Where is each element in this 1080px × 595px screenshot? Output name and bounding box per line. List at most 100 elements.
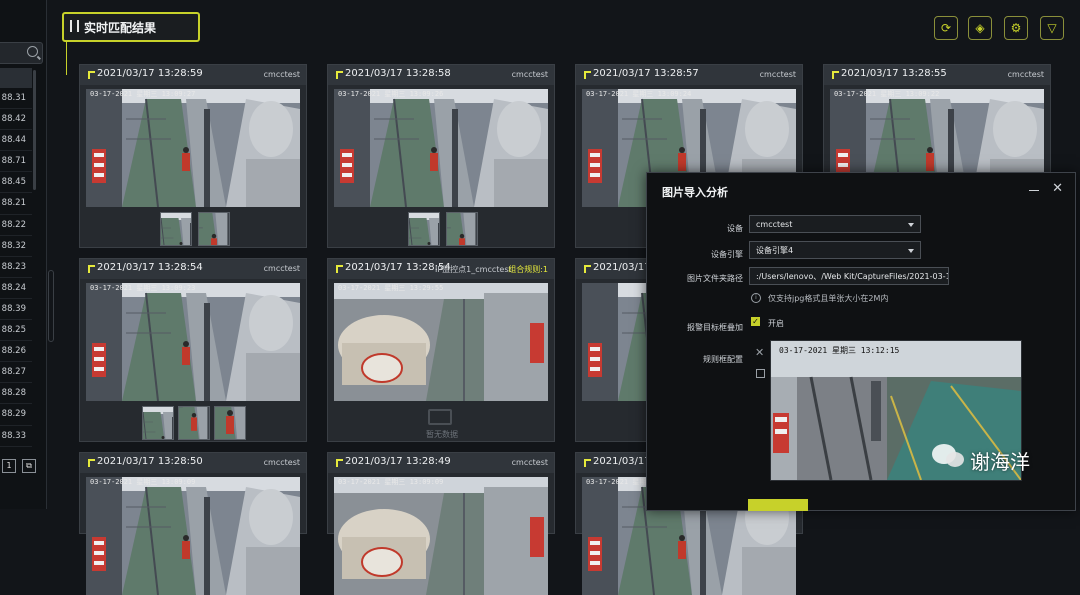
list-icon [70, 20, 79, 32]
device-select-value: cmcctest [756, 220, 793, 229]
device-select[interactable]: cmcctest [749, 215, 921, 233]
device-name: cmcctest [263, 70, 300, 79]
engine-label: 设备引擎 [711, 250, 743, 259]
left-sidebar: 88.31 88.42 88.44 88.71 88.45 88.21 88.2… [0, 0, 47, 509]
device-name: cmcctest [511, 70, 548, 79]
card-header: 2021/03/17 13:28:50 cmcctest [80, 453, 306, 473]
title-connector [66, 40, 67, 75]
card-header: 2021/03/17 13:28:55 cmcctest [824, 65, 1050, 85]
engine-select[interactable]: 设备引擎4 [749, 241, 921, 259]
result-card[interactable]: 2021/03/17 13:28:54 cmcctest 03-17-2021 … [79, 258, 307, 442]
list-item[interactable]: 88.27 [0, 362, 32, 384]
corner-mark-icon [336, 459, 343, 467]
capture-time: 2021/03/17 13:28:49 [345, 456, 451, 467]
capture-time: 2021/03/17 [593, 456, 651, 467]
capture-image[interactable]: 03-17-2021 星期三 13:09:26 [334, 89, 548, 207]
close-icon[interactable]: ✕ [1052, 181, 1063, 196]
thumbnail[interactable] [178, 406, 210, 440]
capture-time: 2021/03/17 13:28:59 [97, 68, 203, 79]
overlay-label: 报警目标框叠加 [687, 323, 743, 332]
device-name: cmcctest [511, 458, 548, 467]
corner-mark-icon [88, 459, 95, 467]
wechat-icon [932, 444, 964, 467]
device-name: cmcctest [263, 264, 300, 273]
image-timestamp: 03-17-2021 星期三 13:09:22 [834, 90, 940, 98]
filter-icon[interactable]: ▽ [1040, 16, 1064, 40]
thumbnail[interactable] [446, 212, 478, 246]
clear-rule-icon[interactable]: ✕ [755, 346, 764, 359]
thumbnail[interactable] [408, 212, 440, 246]
thumbnail[interactable] [214, 406, 246, 440]
capture-time: 2021/03/17 13:28:50 [97, 456, 203, 467]
info-icon: i [751, 293, 761, 303]
list-item[interactable]: 88.25 [0, 320, 32, 342]
settings-icon[interactable]: ⚙ [1004, 16, 1028, 40]
folder-path-field[interactable]: :/Users/lenovo、/Web Kit/CaptureFiles/202… [749, 267, 949, 285]
empty-tray-icon [428, 409, 452, 425]
thumbnail[interactable] [142, 406, 174, 440]
corner-mark-icon [336, 71, 343, 79]
left-tab[interactable] [0, 68, 32, 88]
overlay-checkbox-label: 开启 [768, 319, 784, 328]
thumbnail[interactable] [198, 212, 230, 246]
left-scrollbar[interactable] [33, 70, 36, 190]
list-item[interactable]: 88.29 [0, 404, 32, 426]
card-header: 2021/03/17 13:28:57 cmcctest [576, 65, 802, 85]
page-one-button[interactable]: 1 [2, 459, 16, 473]
list-item[interactable]: 88.26 [0, 341, 32, 363]
start-analysis-button[interactable] [748, 499, 808, 511]
capture-image[interactable]: 03-17-2021 星期三 13:09:27 [86, 89, 300, 207]
device-name: cmcctest [759, 70, 796, 79]
result-card[interactable]: 2021/03/17 13:28:54 IP监控点1_cmcctest 组合规则… [327, 258, 555, 442]
list-item[interactable]: 88.28 [0, 383, 32, 405]
list-item[interactable]: 88.32 [0, 236, 32, 257]
minimize-icon[interactable] [1029, 190, 1039, 191]
image-timestamp: 03-17-2021 星期三 13:09:23 [90, 284, 196, 292]
vehicle-icon[interactable]: ◈ [968, 16, 992, 40]
capture-image[interactable]: 03-17-2021 星期三 13:29:55 [334, 283, 548, 401]
card-header: 2021/03/17 13:28:54 IP监控点1_cmcctest 组合规则… [328, 259, 554, 279]
card-header: 2021/03/17 13:28:58 cmcctest [328, 65, 554, 85]
dialog-title: 图片导入分析 [662, 186, 728, 199]
list-item[interactable]: 88.44 [0, 130, 32, 152]
image-timestamp: 03-17-2021 星期三 13:09:27 [90, 90, 196, 98]
empty-state-text: 暂无数据 [426, 430, 458, 439]
list-item[interactable]: 88.31 [0, 88, 32, 110]
capture-image[interactable]: 03-17-2021 星期三 13:09:09 [334, 477, 548, 595]
expand-icon[interactable]: ⧉ [22, 459, 36, 473]
list-item[interactable]: 88.24 [0, 278, 32, 299]
result-card[interactable]: 2021/03/17 13:28:59 cmcctest 03-17-2021 … [79, 64, 307, 248]
capture-time: 2021/03/17 13:28:54 [97, 262, 203, 273]
image-timestamp: 03-17-2021 星期三 13:12:15 [779, 346, 900, 355]
device-name: cmcctest [1007, 70, 1044, 79]
image-timestamp: 03-17-2021 星期三 13:09:09 [338, 478, 444, 486]
list-item[interactable]: 88.33 [0, 426, 32, 447]
corner-mark-icon [584, 459, 591, 467]
list-item[interactable]: 88.71 [0, 151, 32, 173]
search-icon[interactable] [27, 46, 38, 57]
result-card[interactable]: 2021/03/17 13:28:50 cmcctest 03-17-2021 … [79, 452, 307, 595]
result-card[interactable]: 2021/03/17 13:28:58 cmcctest 03-17-2021 … [327, 64, 555, 248]
list-item[interactable]: 88.23 [0, 257, 32, 278]
capture-image[interactable]: 03-17-2021 星期三 13:09:09 [86, 477, 300, 595]
format-hint: 仅支持jpg格式且单张大小在2M内 [768, 294, 889, 303]
page-title: 实时匹配结果 [84, 21, 157, 35]
list-item[interactable]: 88.21 [0, 193, 32, 215]
result-card[interactable]: 2021/03/17 13:28:49 cmcctest 03-17-2021 … [327, 452, 555, 595]
image-timestamp: 03-17-2021 星期三 13:09:26 [338, 90, 444, 98]
search-input[interactable] [0, 42, 43, 64]
chevron-down-icon [908, 249, 914, 253]
list-item[interactable]: 88.45 [0, 172, 32, 194]
thumbnail[interactable] [160, 212, 192, 246]
overlay-checkbox[interactable]: ✓ [751, 317, 760, 326]
device-name: cmcctest [263, 458, 300, 467]
image-timestamp: 03-17-2021 星期三 13:09:09 [90, 478, 196, 486]
list-item[interactable]: 88.22 [0, 215, 32, 236]
refresh-icon[interactable]: ⟳ [934, 16, 958, 40]
capture-image[interactable]: 03-17-2021 星期三 13:09:23 [86, 283, 300, 401]
card-header: 2021/03/17 13:28:49 cmcctest [328, 453, 554, 473]
draw-rect-icon[interactable] [756, 369, 765, 378]
list-item[interactable]: 88.39 [0, 299, 32, 321]
list-item[interactable]: 88.42 [0, 109, 32, 131]
panel-splitter-handle[interactable] [46, 0, 54, 509]
